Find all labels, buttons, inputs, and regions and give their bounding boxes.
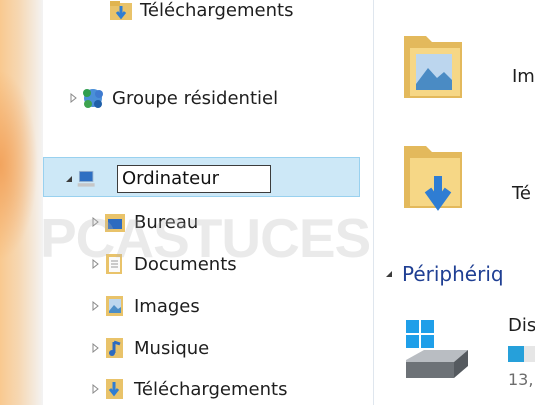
- window-edge: [0, 0, 43, 405]
- collapse-arrow-icon[interactable]: [62, 172, 76, 186]
- downloads-folder-icon: [108, 0, 134, 23]
- folder-item-pictures[interactable]: [402, 32, 464, 106]
- drive-usage-bar: [508, 346, 524, 362]
- tree-item-label: Musique: [134, 337, 210, 359]
- tree-item-downloads-top[interactable]: Téléchargements: [108, 0, 293, 26]
- computer-icon: [76, 166, 98, 192]
- expand-arrow-icon[interactable]: [88, 299, 102, 313]
- expand-arrow-icon[interactable]: [88, 341, 102, 355]
- rename-input-value[interactable]: Ordinateur: [122, 168, 219, 189]
- pictures-folder-icon: [404, 36, 462, 98]
- tree-item-label: Téléchargements: [134, 378, 288, 400]
- tree-item-homegroup[interactable]: Groupe résidentiel: [66, 82, 278, 114]
- tree-item-pictures[interactable]: Images: [88, 290, 200, 322]
- drive-size-text: 13,: [508, 370, 534, 389]
- downloads-folder-icon: [102, 376, 128, 402]
- tree-item-label: Groupe résidentiel: [112, 87, 279, 109]
- tree-item-downloads[interactable]: Téléchargements: [88, 373, 287, 405]
- tree-item-computer[interactable]: [62, 163, 104, 195]
- expand-arrow-icon[interactable]: [88, 382, 102, 396]
- folder-label: Té: [512, 183, 532, 204]
- expand-arrow-icon[interactable]: [66, 91, 80, 105]
- downloads-folder-icon: [404, 146, 462, 211]
- rename-input[interactable]: Ordinateur: [117, 165, 271, 193]
- folder-item-downloads[interactable]: [402, 142, 464, 224]
- windows-drive-icon: [406, 320, 468, 378]
- tree-item-music[interactable]: Musique: [88, 332, 209, 364]
- pictures-folder-icon: [102, 293, 128, 319]
- devices-section-header[interactable]: Périphériq: [384, 262, 504, 286]
- folder-label: Im: [512, 66, 535, 87]
- homegroup-icon: [80, 85, 106, 111]
- drive-item[interactable]: [402, 318, 472, 392]
- tree-item-label: Images: [134, 295, 200, 317]
- collapse-arrow-icon[interactable]: [384, 269, 394, 279]
- watermark: PCASTUCES: [40, 207, 371, 269]
- section-label: Périphériq: [402, 262, 504, 286]
- music-folder-icon: [102, 335, 128, 361]
- tree-item-label: Téléchargements: [140, 0, 294, 21]
- drive-label: Dis: [508, 315, 535, 336]
